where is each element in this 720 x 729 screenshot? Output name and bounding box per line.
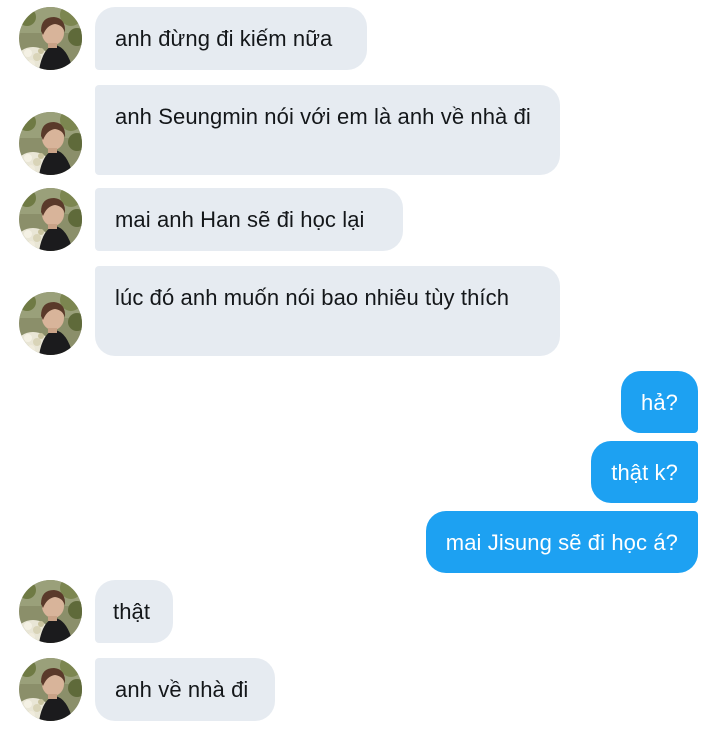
contact-avatar[interactable] [19,580,82,643]
contact-avatar[interactable] [19,188,82,251]
incoming-message-bubble[interactable]: lúc đó anh muốn nói bao nhiêu tùy thích [95,266,560,356]
message-text: mai Jisung sẽ đi học á? [445,530,678,555]
contact-avatar[interactable] [19,7,82,70]
message-text: anh Seungmin nói với em là anh về nhà đi [115,104,531,129]
avatar-photo-icon [19,188,82,251]
contact-avatar[interactable] [19,112,82,175]
incoming-message-bubble[interactable]: anh đừng đi kiếm nữa [95,7,367,70]
contact-avatar[interactable] [19,292,82,355]
message-text: anh đừng đi kiếm nữa [115,26,333,51]
message-text: thật [113,599,151,624]
incoming-message-bubble[interactable]: anh Seungmin nói với em là anh về nhà đi [95,85,560,175]
avatar-photo-icon [19,7,82,70]
avatar-photo-icon [19,658,82,721]
avatar-photo-icon [19,112,82,175]
outgoing-message-bubble[interactable]: mai Jisung sẽ đi học á? [425,511,698,573]
incoming-message-bubble[interactable]: thật [95,580,173,643]
message-text: hả? [640,390,678,415]
outgoing-message-bubble[interactable]: thật k? [591,441,698,503]
message-text: thật k? [611,460,678,485]
incoming-message-bubble[interactable]: mai anh Han sẽ đi học lại [95,188,403,251]
outgoing-message-bubble[interactable]: hả? [620,371,698,433]
message-text: lúc đó anh muốn nói bao nhiêu tùy thích [115,285,510,310]
avatar-photo-icon [19,292,82,355]
contact-avatar[interactable] [19,658,82,721]
message-text: anh về nhà đi [115,677,249,702]
message-text: mai anh Han sẽ đi học lại [115,207,365,232]
incoming-message-bubble[interactable]: anh về nhà đi [95,658,275,721]
avatar-photo-icon [19,580,82,643]
